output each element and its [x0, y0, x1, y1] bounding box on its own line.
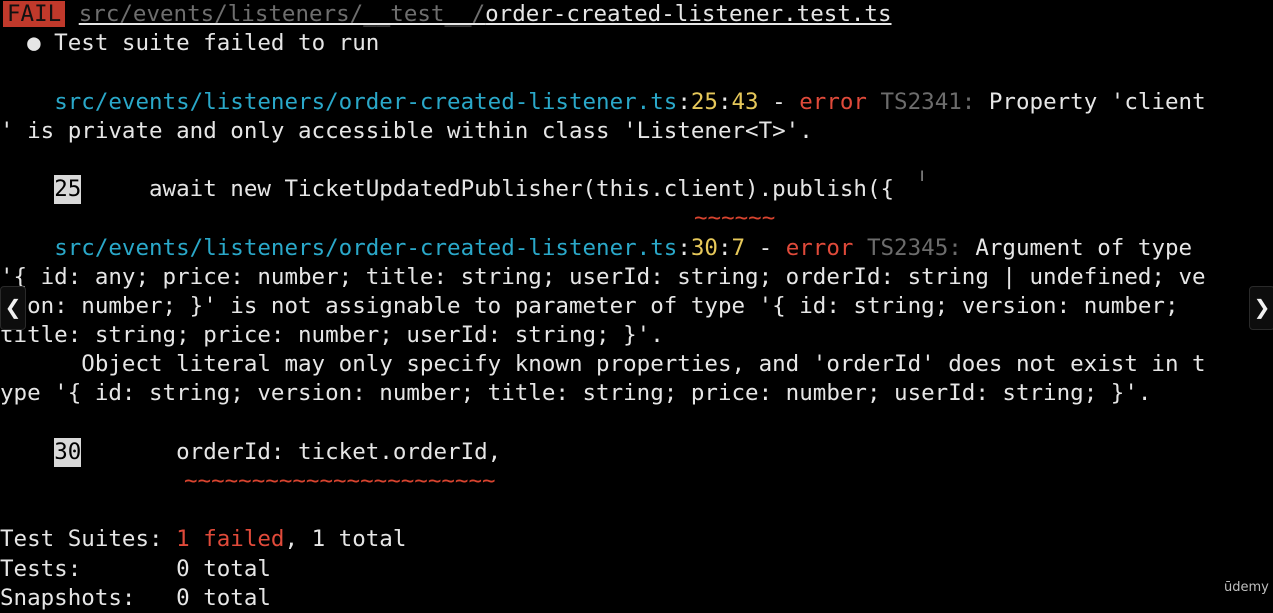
- terminal-output: FAIL src/events/listeners/__test__/order…: [0, 0, 1273, 613]
- suites-label: Test Suites:: [0, 526, 177, 553]
- error-2-squiggle-line: ~~~~~~~~~~~~~~~~~~~~~~~: [0, 467, 1273, 496]
- error-2-line-number: 30: [54, 437, 82, 467]
- error-1-message-cont: ' is private and only accessible within …: [0, 117, 813, 144]
- test-file-header: FAIL src/events/listeners/__test__/order…: [0, 0, 1273, 29]
- error-2-message-line: ype '{ id: string; version: number; titl…: [0, 380, 1152, 407]
- error-2-code: TS2345:: [866, 234, 962, 261]
- error-1-squiggle-line: ~~~~~~: [0, 204, 1273, 233]
- error-2-squiggle: ~~~~~~~~~~~~~~~~~~~~~~~: [184, 468, 496, 494]
- error-1-file: src/events/listeners/order-created-liste…: [54, 88, 678, 115]
- summary-snapshots: Snapshots: 0 total: [0, 584, 1273, 613]
- suite-failed-text: ● Test suite failed to run: [27, 30, 380, 57]
- error-2-heading: src/events/listeners/order-created-liste…: [54, 234, 1193, 261]
- error-1-level: error: [799, 88, 867, 115]
- tests-label: Tests:: [0, 555, 177, 582]
- summary-tests: Tests: 0 total: [0, 555, 1273, 584]
- error-2-line: 30: [690, 234, 718, 261]
- error-1-squiggle: ~~~~~~: [694, 205, 776, 232]
- error-2-message-line: '{ id: any; price: number; title: string…: [0, 263, 1206, 290]
- previous-button[interactable]: ❮: [0, 286, 26, 330]
- error-1-line: 25: [690, 88, 718, 115]
- chevron-left-icon: ❮: [4, 295, 22, 319]
- error-2-level: error: [785, 234, 854, 261]
- error-2-message-line: sion: number; }' is not assignable to pa…: [0, 292, 1179, 319]
- error-2-col: 7: [731, 234, 746, 261]
- tests-total: 0 total: [176, 555, 271, 582]
- test-file-dir: src/events/listeners/__test__/: [78, 1, 486, 27]
- error-2-code-line: 30 orderId: ticket.orderId,: [0, 437, 1273, 467]
- error-2-source: orderId: ticket.orderId,: [81, 438, 502, 465]
- error-2-message-line: Object literal may only specify known pr…: [0, 351, 1206, 378]
- suite-failed-message: ● Test suite failed to run: [0, 29, 1273, 58]
- suites-total: , 1 total: [284, 526, 407, 553]
- summary-suites: Test Suites: 1 failed, 1 total: [0, 525, 1273, 554]
- error-1-line-number: 25: [54, 175, 82, 205]
- suites-failed: 1 failed: [176, 526, 285, 553]
- text-cursor-icon: I: [920, 169, 925, 185]
- error-2-file: src/events/listeners/order-created-liste…: [54, 234, 678, 261]
- next-button[interactable]: ❯: [1249, 286, 1273, 330]
- error-2-message-line: title: string; price: number; userId: st…: [0, 322, 664, 349]
- error-1-col: 43: [731, 88, 759, 115]
- error-1-heading: src/events/listeners/order-created-liste…: [54, 88, 1206, 115]
- error-1-code-line: 25 await new TicketUpdatedPublisher(this…: [0, 175, 1273, 205]
- test-file-name: order-created-listener.test.ts: [485, 1, 892, 27]
- error-1-code: TS2341:: [880, 88, 976, 115]
- chevron-right-icon: ❯: [1253, 295, 1271, 319]
- fail-badge: FAIL: [3, 1, 66, 27]
- error-1-message-start: Property 'client: [975, 88, 1206, 115]
- error-1-source: await new TicketUpdatedPublisher(this.cl…: [81, 176, 895, 203]
- error-2-message-start: Argument of type: [961, 234, 1193, 261]
